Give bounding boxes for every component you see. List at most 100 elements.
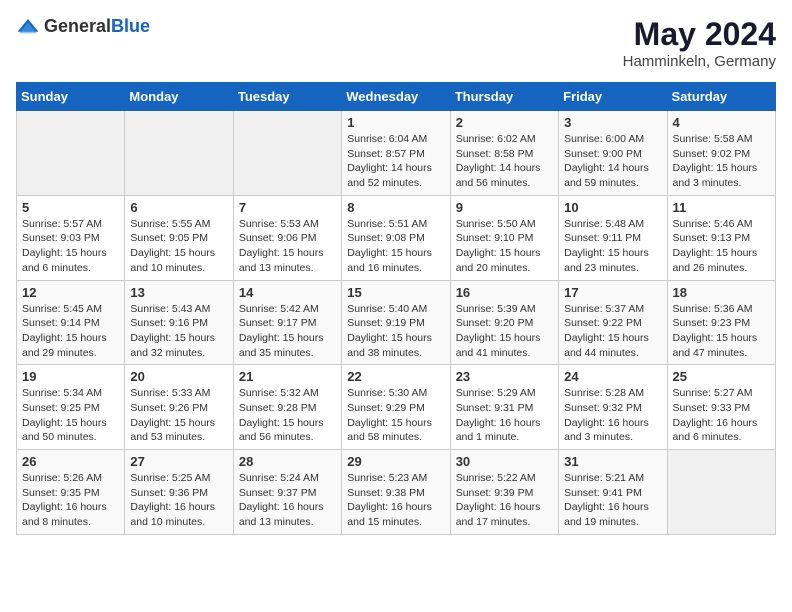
calendar-cell: 29 Sunrise: 5:23 AMSunset: 9:38 PMDayligh… [342, 450, 450, 535]
day-number: 23 [456, 369, 553, 384]
day-info: Sunrise: 5:30 AMSunset: 9:29 PMDaylight:… [347, 386, 444, 445]
title-block: May 2024 Hamminkeln, Germany [623, 16, 776, 70]
col-sunday: Sunday [17, 83, 125, 111]
col-friday: Friday [559, 83, 667, 111]
col-saturday: Saturday [667, 83, 775, 111]
day-info: Sunrise: 5:58 AMSunset: 9:02 PMDaylight:… [673, 132, 770, 191]
calendar-cell: 16 Sunrise: 5:39 AMSunset: 9:20 PMDayligh… [450, 280, 558, 365]
day-number: 4 [673, 115, 770, 130]
calendar-cell [17, 111, 125, 196]
day-number: 24 [564, 369, 661, 384]
day-info: Sunrise: 5:55 AMSunset: 9:05 PMDaylight:… [130, 217, 227, 276]
calendar-cell: 10Sunrise: 5:48 AMSunset: 9:11 PMDayligh… [559, 195, 667, 280]
calendar-cell: 5Sunrise: 5:57 AMSunset: 9:03 PMDaylight… [17, 195, 125, 280]
day-number: 26 [22, 454, 119, 469]
day-number: 20 [130, 369, 227, 384]
day-info: Sunrise: 5:40 AMSunset: 9:19 PMDaylight:… [347, 302, 444, 361]
day-number: 30 [456, 454, 553, 469]
day-number: 12 [22, 285, 119, 300]
day-number: 11 [673, 200, 770, 215]
calendar-cell: 12 Sunrise: 5:45 AMSunset: 9:14 PMDayligh… [17, 280, 125, 365]
day-number: 31 [564, 454, 661, 469]
logo-icon [16, 17, 40, 37]
day-info: Sunrise: 5:34 AMSunset: 9:25 PMDaylight:… [22, 386, 119, 445]
day-info: Sunrise: 5:42 AMSunset: 9:17 PMDaylight:… [239, 302, 336, 361]
day-info: Sunrise: 5:36 AMSunset: 9:23 PMDaylight:… [673, 302, 770, 361]
calendar-cell: 2Sunrise: 6:02 AMSunset: 8:58 PMDaylight… [450, 111, 558, 196]
calendar-cell: 13 Sunrise: 5:43 AMSunset: 9:16 PMDayligh… [125, 280, 233, 365]
day-number: 1 [347, 115, 444, 130]
day-info: Sunrise: 5:43 AMSunset: 9:16 PMDaylight:… [130, 302, 227, 361]
calendar-cell: 7 Sunrise: 5:53 AMSunset: 9:06 PMDaylight… [233, 195, 341, 280]
calendar-cell [125, 111, 233, 196]
calendar-cell: 4 Sunrise: 5:58 AMSunset: 9:02 PMDaylight… [667, 111, 775, 196]
calendar-cell: 14 Sunrise: 5:42 AMSunset: 9:17 PMDayligh… [233, 280, 341, 365]
day-number: 19 [22, 369, 119, 384]
day-info: Sunrise: 5:46 AMSunset: 9:13 PMDaylight:… [673, 217, 770, 276]
day-info: Sunrise: 5:37 AMSunset: 9:22 PMDaylight:… [564, 302, 661, 361]
calendar-cell: 21 Sunrise: 5:32 AMSunset: 9:28 PMDayligh… [233, 365, 341, 450]
month-year-title: May 2024 [623, 16, 776, 53]
day-info: Sunrise: 5:26 AMSunset: 9:35 PMDaylight:… [22, 471, 119, 530]
day-info: Sunrise: 5:53 AMSunset: 9:06 PMDaylight:… [239, 217, 336, 276]
week-row-2: 5Sunrise: 5:57 AMSunset: 9:03 PMDaylight… [17, 195, 776, 280]
day-number: 14 [239, 285, 336, 300]
calendar-cell: 18 Sunrise: 5:36 AMSunset: 9:23 PMDayligh… [667, 280, 775, 365]
week-row-5: 26 Sunrise: 5:26 AMSunset: 9:35 PMDayligh… [17, 450, 776, 535]
calendar-cell: 3 Sunrise: 6:00 AMSunset: 9:00 PMDaylight… [559, 111, 667, 196]
calendar-cell: 24Sunrise: 5:28 AMSunset: 9:32 PMDayligh… [559, 365, 667, 450]
day-info: Sunrise: 5:45 AMSunset: 9:14 PMDaylight:… [22, 302, 119, 361]
day-info: Sunrise: 5:24 AMSunset: 9:37 PMDaylight:… [239, 471, 336, 530]
calendar-cell: 26 Sunrise: 5:26 AMSunset: 9:35 PMDayligh… [17, 450, 125, 535]
day-number: 10 [564, 200, 661, 215]
day-info: Sunrise: 5:23 AMSunset: 9:38 PMDaylight:… [347, 471, 444, 530]
day-info: Sunrise: 5:39 AMSunset: 9:20 PMDaylight:… [456, 302, 553, 361]
day-info: Sunrise: 5:51 AMSunset: 9:08 PMDaylight:… [347, 217, 444, 276]
calendar-cell: 25Sunrise: 5:27 AMSunset: 9:33 PMDayligh… [667, 365, 775, 450]
calendar-header-row: Sunday Monday Tuesday Wednesday Thursday… [17, 83, 776, 111]
day-info: Sunrise: 6:00 AMSunset: 9:00 PMDaylight:… [564, 132, 661, 191]
day-number: 15 [347, 285, 444, 300]
day-info: Sunrise: 5:25 AMSunset: 9:36 PMDaylight:… [130, 471, 227, 530]
col-monday: Monday [125, 83, 233, 111]
calendar-cell: 8 Sunrise: 5:51 AMSunset: 9:08 PMDaylight… [342, 195, 450, 280]
calendar-table: Sunday Monday Tuesday Wednesday Thursday… [16, 82, 776, 535]
day-info: Sunrise: 5:32 AMSunset: 9:28 PMDaylight:… [239, 386, 336, 445]
calendar-cell: 6 Sunrise: 5:55 AMSunset: 9:05 PMDaylight… [125, 195, 233, 280]
calendar-cell: 11 Sunrise: 5:46 AMSunset: 9:13 PMDayligh… [667, 195, 775, 280]
day-info: Sunrise: 5:29 AMSunset: 9:31 PMDaylight:… [456, 386, 553, 445]
day-number: 16 [456, 285, 553, 300]
calendar-cell: 22Sunrise: 5:30 AMSunset: 9:29 PMDayligh… [342, 365, 450, 450]
calendar-cell: 30 Sunrise: 5:22 AMSunset: 9:39 PMDayligh… [450, 450, 558, 535]
day-number: 25 [673, 369, 770, 384]
day-number: 6 [130, 200, 227, 215]
day-info: Sunrise: 5:21 AMSunset: 9:41 PMDaylight:… [564, 471, 661, 530]
day-number: 7 [239, 200, 336, 215]
week-row-4: 19 Sunrise: 5:34 AMSunset: 9:25 PMDayligh… [17, 365, 776, 450]
day-number: 13 [130, 285, 227, 300]
calendar-cell: 17Sunrise: 5:37 AMSunset: 9:22 PMDayligh… [559, 280, 667, 365]
location-subtitle: Hamminkeln, Germany [623, 53, 776, 70]
calendar-cell: 1 Sunrise: 6:04 AMSunset: 8:57 PMDaylight… [342, 111, 450, 196]
logo-text: GeneralBlue [44, 16, 150, 37]
calendar-cell: 19 Sunrise: 5:34 AMSunset: 9:25 PMDayligh… [17, 365, 125, 450]
day-number: 29 [347, 454, 444, 469]
col-thursday: Thursday [450, 83, 558, 111]
day-number: 27 [130, 454, 227, 469]
calendar-cell: 31 Sunrise: 5:21 AMSunset: 9:41 PMDayligh… [559, 450, 667, 535]
page-header: GeneralBlue May 2024 Hamminkeln, Germany [16, 16, 776, 70]
day-info: Sunrise: 5:33 AMSunset: 9:26 PMDaylight:… [130, 386, 227, 445]
logo: GeneralBlue [16, 16, 150, 37]
calendar-cell: 20 Sunrise: 5:33 AMSunset: 9:26 PMDayligh… [125, 365, 233, 450]
day-number: 21 [239, 369, 336, 384]
calendar-cell: 15 Sunrise: 5:40 AMSunset: 9:19 PMDayligh… [342, 280, 450, 365]
calendar-cell: 23 Sunrise: 5:29 AMSunset: 9:31 PMDayligh… [450, 365, 558, 450]
calendar-cell [667, 450, 775, 535]
day-number: 8 [347, 200, 444, 215]
day-info: Sunrise: 5:22 AMSunset: 9:39 PMDaylight:… [456, 471, 553, 530]
day-number: 18 [673, 285, 770, 300]
day-number: 3 [564, 115, 661, 130]
day-info: Sunrise: 6:04 AMSunset: 8:57 PMDaylight:… [347, 132, 444, 191]
col-tuesday: Tuesday [233, 83, 341, 111]
col-wednesday: Wednesday [342, 83, 450, 111]
